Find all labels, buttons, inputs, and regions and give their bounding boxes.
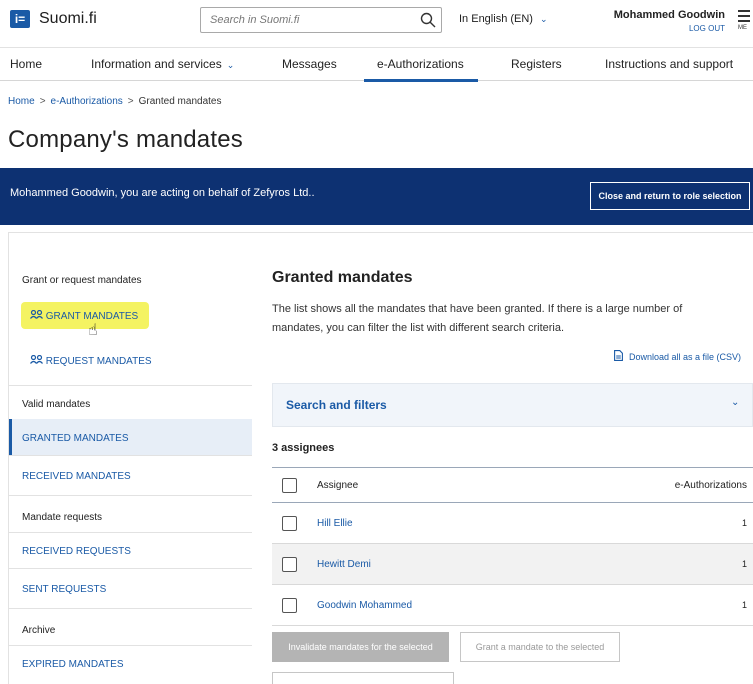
search-placeholder: Search in Suomi.fi — [210, 14, 300, 26]
grant-mandate-button[interactable]: Grant a mandate to the selected — [460, 632, 620, 662]
search-icon[interactable] — [415, 8, 441, 32]
user-menu: Mohammed Goodwin LOG OUT — [600, 9, 725, 33]
sidebar-divider — [9, 608, 252, 609]
authorization-count: 1 — [741, 559, 747, 569]
sidebar-divider — [9, 455, 252, 456]
site-name: Suomi.fi — [39, 10, 97, 27]
users-icon — [30, 309, 46, 322]
language-label: In English (EN) — [459, 13, 533, 25]
close-and-return-button[interactable]: Close and return to role selection — [590, 182, 750, 210]
table-row: Hewitt Demi 1 — [272, 544, 753, 585]
nav-information-and-services[interactable]: Information and services ⌄ — [91, 57, 234, 71]
suomi-logo-icon: i= — [10, 10, 30, 28]
user-name: Mohammed Goodwin — [613, 9, 725, 21]
sidebar-divider — [9, 568, 252, 569]
invalidate-mandates-button[interactable]: Invalidate mandates for the selected — [272, 632, 449, 662]
assignee-count: 3 assignees — [272, 442, 335, 454]
breadcrumb: Home > e-Authorizations > Granted mandates — [8, 96, 221, 107]
nav-information-label: Information and services — [91, 57, 222, 71]
row-checkbox[interactable] — [282, 515, 297, 531]
row-checkbox[interactable] — [282, 597, 297, 613]
language-selector[interactable]: In English (EN) ⌄ — [459, 13, 548, 25]
nav-active-indicator — [364, 79, 478, 82]
section-title: Granted mandates — [272, 269, 413, 286]
top-header: i= Suomi.fi Search in Suomi.fi In Englis… — [0, 0, 753, 40]
partially-visible-button[interactable] — [272, 672, 454, 684]
column-header-e-authorizations: e-Authorizations — [674, 479, 747, 491]
authorization-count: 1 — [741, 518, 747, 528]
sidebar-heading-archive: Archive — [22, 625, 56, 636]
page-title: Company's mandates — [8, 126, 243, 153]
sidebar-item-expired-mandates[interactable]: EXPIRED MANDATES — [22, 659, 124, 670]
table-header-row: Assignee e-Authorizations — [272, 467, 753, 503]
search-and-filters-toggle[interactable]: Search and filters ⌄ — [272, 383, 753, 427]
sidebar-divider — [9, 645, 252, 646]
assignee-link[interactable]: Hill Ellie — [317, 518, 353, 529]
sidebar-divider — [9, 495, 252, 496]
chevron-down-icon: ⌄ — [539, 13, 548, 24]
row-checkbox[interactable] — [282, 556, 297, 572]
nav-e-authorizations[interactable]: e-Authorizations — [377, 57, 464, 71]
download-label: Download all as a file (CSV) — [629, 351, 742, 362]
sidebar-item-sent-requests[interactable]: SENT REQUESTS — [22, 584, 106, 595]
main-nav: Home Information and services ⌄ Messages … — [0, 47, 753, 82]
breadcrumb-current: Granted mandates — [138, 96, 222, 107]
sidebar-item-request-mandates[interactable]: REQUEST MANDATES — [30, 354, 152, 367]
table-row: Goodwin Mohammed 1 — [272, 585, 753, 626]
sidebar-item-granted-mandates[interactable]: GRANTED MANDATES — [22, 433, 129, 444]
breadcrumb-separator: > — [127, 96, 134, 107]
hand-pointer-icon: ☝ — [88, 322, 98, 339]
authorization-count: 1 — [741, 600, 747, 610]
chevron-down-icon: ⌄ — [226, 60, 235, 70]
nav-home[interactable]: Home — [10, 57, 42, 71]
assignee-link[interactable]: Hewitt Demi — [317, 559, 371, 570]
users-icon — [30, 354, 46, 367]
sidebar-item-received-requests[interactable]: RECEIVED REQUESTS — [22, 546, 131, 557]
document-icon — [614, 350, 623, 363]
menu-label: ME — [738, 25, 747, 31]
sidebar-heading-mandate-requests: Mandate requests — [22, 512, 103, 523]
breadcrumb-separator: > — [39, 96, 46, 107]
acting-on-behalf-banner: Mohammed Goodwin, you are acting on beha… — [0, 168, 753, 225]
logout-link[interactable]: LOG OUT — [600, 24, 725, 33]
sidebar-item-grant-mandates[interactable]: GRANT MANDATES — [30, 309, 138, 322]
sidebar-divider — [9, 532, 252, 533]
select-all-checkbox[interactable] — [282, 477, 297, 493]
table-row: Hill Ellie 1 — [272, 503, 753, 544]
breadcrumb-home[interactable]: Home — [8, 96, 35, 107]
breadcrumb-e-authorizations[interactable]: e-Authorizations — [51, 96, 123, 107]
sidebar-item-label: REQUEST MANDATES — [45, 356, 152, 367]
sidebar-heading-grant-or-request: Grant or request mandates — [22, 275, 142, 286]
download-csv-link[interactable]: Download all as a file (CSV) — [614, 350, 741, 363]
nav-registers[interactable]: Registers — [511, 57, 562, 71]
assignees-table: Assignee e-Authorizations Hill Ellie 1 H… — [272, 467, 753, 626]
sidebar-item-received-mandates[interactable]: RECEIVED MANDATES — [22, 471, 131, 482]
search-input[interactable]: Search in Suomi.fi — [200, 7, 442, 33]
section-description: The list shows all the mandates that hav… — [272, 303, 683, 334]
suomi-logo[interactable]: i= Suomi.fi — [10, 10, 97, 28]
nav-messages[interactable]: Messages — [282, 57, 337, 71]
nav-instructions-and-support[interactable]: Instructions and support — [605, 57, 733, 71]
chevron-down-icon: ⌄ — [731, 397, 740, 408]
sidebar-divider — [9, 385, 252, 386]
banner-message: Mohammed Goodwin, you are acting on beha… — [10, 187, 315, 199]
column-header-assignee: Assignee — [317, 479, 359, 491]
assignee-link[interactable]: Goodwin Mohammed — [317, 600, 412, 611]
sidebar-heading-valid-mandates: Valid mandates — [22, 399, 91, 410]
filters-label: Search and filters — [286, 398, 387, 412]
hamburger-menu-icon[interactable]: ME — [738, 10, 750, 31]
